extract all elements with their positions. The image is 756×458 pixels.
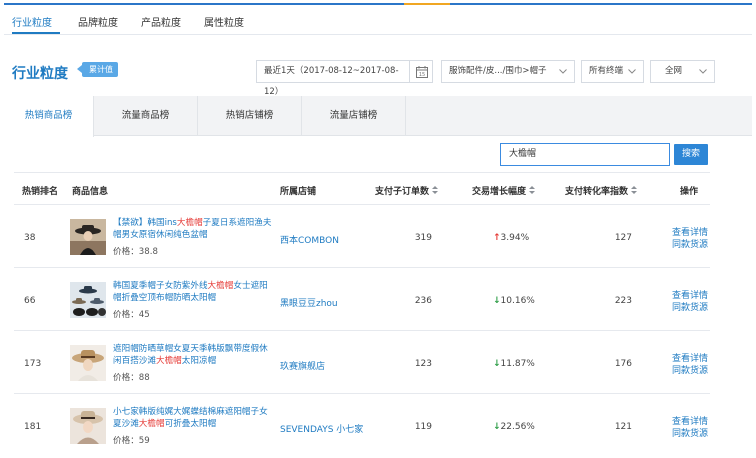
title-text: 韩国夏季帽子女防紫外线 [113, 281, 208, 291]
arrow-down-icon: ↓ [493, 359, 501, 369]
col-conversion-header[interactable]: 支付转化率指数 [565, 184, 638, 197]
conversion-value: 223 [614, 296, 632, 306]
svg-text:15: 15 [419, 72, 425, 78]
product-price: 价格：88 [113, 373, 150, 383]
title-text: 可折叠太阳帽 [164, 419, 217, 429]
growth-value: ↓22.56% [493, 422, 535, 432]
col-conversion: 支付转化率指数 [565, 187, 629, 197]
table-row: 66 韩国夏季帽子女防紫外线大檐帽女士遮阳帽折叠空顶布帽防晒太阳帽 价格：45 … [0, 268, 756, 330]
network-select[interactable]: 全网 [650, 60, 715, 83]
tab-product-granularity[interactable]: 产品粒度 [141, 14, 181, 29]
col-rank: 热销排名 [22, 187, 59, 197]
same-source-link[interactable]: 同款货源 [672, 300, 708, 313]
orders-value: 119 [414, 422, 432, 432]
table-row: 38 【禁欲】韩国ins大檐帽子夏日系遮阳渔夫帽男女原宿休闲纯色盆帽 价格：38… [0, 205, 756, 267]
search-button[interactable]: 搜索 [674, 144, 708, 165]
orders-value: 123 [414, 359, 432, 369]
cumulative-badge: 累计值 [77, 62, 118, 77]
product-thumbnail[interactable] [70, 282, 106, 318]
category-select[interactable]: 服饰配件/皮.../围巾>帽子 [441, 60, 575, 83]
calendar-icon: 15 [416, 66, 428, 78]
growth-value: ↑3.94% [493, 233, 529, 243]
title-text: 【禁欲】韩国ins [113, 218, 177, 228]
same-source-link[interactable]: 同款货源 [672, 237, 708, 250]
growth-percent: 11.87% [500, 359, 535, 369]
col-orders-header[interactable]: 支付子订单数 [375, 184, 439, 197]
keyword-highlight: 大檐帽 [155, 356, 182, 366]
orders-value: 236 [414, 296, 432, 306]
sort-icon [529, 186, 536, 195]
title-text: 太阳凉帽 [181, 356, 217, 366]
growth-value: ↓10.16% [493, 296, 535, 306]
product-price: 价格：45 [113, 310, 150, 320]
product-price: 价格：38.8 [113, 247, 158, 257]
tab-hot-products[interactable]: 热销商品榜 [4, 96, 94, 137]
table-row: 173 遮阳帽防晒草帽女夏天季韩版飘带度假休闲百搭沙滩大檐帽太阳凉帽 价格：88… [0, 331, 756, 393]
col-product: 商品信息 [72, 187, 109, 197]
chevron-down-icon [628, 69, 636, 74]
product-price: 价格：59 [113, 436, 150, 446]
col-orders: 支付子订单数 [375, 187, 430, 197]
same-source-link[interactable]: 同款货源 [672, 363, 708, 376]
sort-icon [631, 186, 638, 195]
calendar-button[interactable]: 15 [409, 60, 433, 83]
same-source-link[interactable]: 同款货源 [672, 426, 708, 439]
col-growth: 交易增长幅度 [472, 187, 527, 197]
date-range-value: 最近1天（2017-08-12~2017-08-12） [264, 66, 399, 97]
keyword-highlight: 大檐帽 [176, 218, 203, 228]
conversion-value: 121 [614, 422, 632, 432]
col-store: 所属店铺 [280, 187, 317, 197]
store-link[interactable]: 黑眼豆豆zhou [280, 296, 338, 309]
growth-percent: 22.56% [500, 422, 535, 432]
product-thumbnail[interactable] [70, 345, 106, 381]
tab-hot-stores[interactable]: 热销店铺榜 [198, 96, 302, 136]
arrow-up-icon: ↑ [493, 233, 501, 243]
keyword-highlight: 大檐帽 [207, 281, 234, 291]
store-link[interactable]: 玖赛旗舰店 [280, 359, 325, 372]
tab-traffic-products[interactable]: 流量商品榜 [94, 96, 198, 136]
keyword-highlight: 大檐帽 [138, 419, 165, 429]
search-input[interactable]: 大檐帽 [500, 143, 670, 166]
product-thumbnail[interactable] [70, 219, 106, 255]
tab-traffic-stores[interactable]: 流量店铺榜 [302, 96, 406, 136]
orders-value: 319 [414, 233, 432, 243]
product-title-link[interactable]: 韩国夏季帽子女防紫外线大檐帽女士遮阳帽折叠空顶布帽防晒太阳帽 [113, 280, 273, 304]
product-title-link[interactable]: 【禁欲】韩国ins大檐帽子夏日系遮阳渔夫帽男女原宿休闲纯色盆帽 [113, 217, 273, 241]
rank-value: 66 [24, 296, 36, 306]
growth-value: ↓11.87% [493, 359, 535, 369]
col-growth-header[interactable]: 交易增长幅度 [472, 184, 536, 197]
growth-percent: 3.94% [500, 233, 530, 243]
rank-value: 173 [24, 359, 42, 369]
chevron-down-icon [559, 69, 567, 74]
tab-attribute-granularity[interactable]: 属性粒度 [204, 14, 244, 29]
terminal-value: 所有终端 [589, 66, 624, 76]
store-link[interactable]: 西本COMBON [280, 233, 339, 246]
category-value: 服饰配件/皮.../围巾>帽子 [449, 66, 547, 76]
growth-percent: 10.16% [500, 296, 535, 306]
product-thumbnail[interactable] [70, 408, 106, 444]
col-action: 操作 [680, 187, 699, 197]
product-title-link[interactable]: 遮阳帽防晒草帽女夏天季韩版飘带度假休闲百搭沙滩大檐帽太阳凉帽 [113, 343, 273, 367]
rank-value: 38 [24, 233, 36, 243]
chevron-down-icon [699, 69, 707, 74]
table-row: 181 小七家韩版纯娓大娓蝶结棉麻遮阳帽子女夏沙滩大檐帽可折叠太阳帽 价格：59… [0, 394, 756, 456]
arrow-down-icon: ↓ [493, 422, 501, 432]
terminal-select[interactable]: 所有终端 [581, 60, 644, 83]
table-top-divider [14, 172, 710, 173]
product-title-link[interactable]: 小七家韩版纯娓大娓蝶结棉麻遮阳帽子女夏沙滩大檐帽可折叠太阳帽 [113, 406, 273, 430]
network-value: 全网 [665, 66, 683, 76]
conversion-value: 176 [614, 359, 632, 369]
section-title: 行业粒度 [12, 66, 68, 82]
sort-icon [432, 186, 439, 195]
date-range-select[interactable]: 最近1天（2017-08-12~2017-08-12） [256, 60, 410, 97]
tab-industry-granularity[interactable]: 行业粒度 [12, 14, 52, 29]
rank-value: 181 [24, 422, 42, 432]
conversion-value: 127 [614, 233, 632, 243]
active-tab-underline [12, 32, 60, 34]
arrow-down-icon: ↓ [493, 296, 501, 306]
tab-brand-granularity[interactable]: 品牌粒度 [78, 14, 118, 29]
store-link[interactable]: SEVENDAYS 小七家 [280, 422, 363, 435]
granularity-tabs: 行业粒度 品牌粒度 产品粒度 属性粒度 [4, 5, 752, 35]
